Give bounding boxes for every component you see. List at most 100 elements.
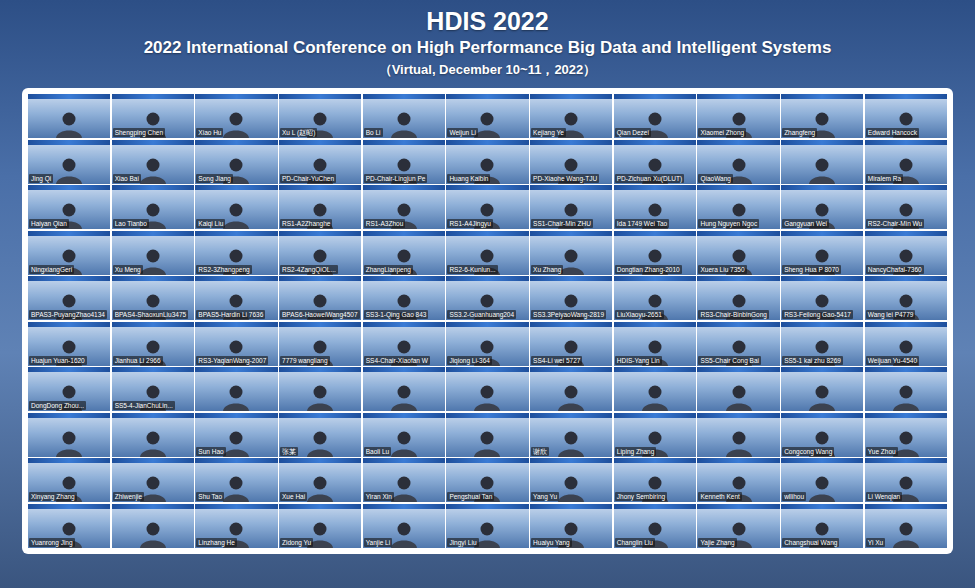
video-tile[interactable]: QiaoWang — [697, 140, 779, 184]
video-tile[interactable]: BPAS3-PuyangZhao4134 — [28, 276, 110, 320]
video-tile[interactable]: Lao Tianbo — [112, 185, 194, 229]
video-tile[interactable] — [279, 367, 361, 411]
video-tile[interactable]: RS3-Chair-BinbinGong — [697, 276, 779, 320]
video-tile[interactable]: Xu Zhang — [530, 231, 612, 275]
video-tile[interactable]: SS5-4-JianChuLin... — [112, 367, 194, 411]
video-tile[interactable]: Jing Qi — [28, 140, 110, 184]
video-tile[interactable]: BPAS4-ShaoxunLiu3475 — [112, 276, 194, 320]
video-tile[interactable]: RS2-4ZangQiOL... — [279, 231, 361, 275]
video-tile[interactable]: Xu Meng — [112, 231, 194, 275]
video-tile[interactable]: Zidong Yu — [279, 504, 361, 548]
video-tile[interactable]: BPAS5-Hardin Li 7636 — [195, 276, 277, 320]
video-tile[interactable]: SS5-Chair Cong Bai — [697, 322, 779, 366]
video-tile[interactable]: Miralem Ra — [865, 140, 947, 184]
video-tile[interactable]: Zhangfeng — [781, 94, 863, 138]
video-tile[interactable]: Congcong Wang — [781, 413, 863, 457]
video-tile[interactable]: Kaiqi Liu — [195, 185, 277, 229]
video-tile[interactable]: Sheng Hua P 8070 — [781, 231, 863, 275]
video-tile[interactable]: Kejiang Ye — [530, 94, 612, 138]
video-tile[interactable]: SS1-Chair-Min ZHU — [530, 185, 612, 229]
video-tile[interactable]: SS5-1 kai zhu 8269 — [781, 322, 863, 366]
video-tile[interactable] — [28, 94, 110, 138]
video-tile[interactable]: Yang Yu — [530, 458, 612, 502]
video-tile[interactable]: Li Wenqian — [865, 458, 947, 502]
video-tile[interactable]: Hung Nguyen Ngoc — [697, 185, 779, 229]
video-tile[interactable]: Yajie Zhang — [697, 504, 779, 548]
video-tile[interactable] — [781, 367, 863, 411]
video-tile[interactable]: BPAS6-HaoweiWang4507 — [279, 276, 361, 320]
video-tile[interactable]: Pengshuai Tan — [446, 458, 528, 502]
video-tile[interactable]: Jiqiong Li-364 — [446, 322, 528, 366]
video-tile[interactable]: 7779 wangliang — [279, 322, 361, 366]
video-tile[interactable]: Song Jiang — [195, 140, 277, 184]
video-tile[interactable]: NingxiangGeri — [28, 231, 110, 275]
video-tile[interactable]: Weijun Li — [446, 94, 528, 138]
video-tile[interactable]: RS1-A4Jingyu — [446, 185, 528, 229]
video-tile[interactable]: Xuera Liu 7350 — [697, 231, 779, 275]
video-tile[interactable]: Yuanrong Jing — [28, 504, 110, 548]
video-tile[interactable]: PD-Xiaohe Wang-TJU — [530, 140, 612, 184]
video-tile[interactable]: Weijuan Yu-4540 — [865, 322, 947, 366]
video-tile[interactable]: Dongtian Zhang-2010 — [614, 231, 696, 275]
video-tile[interactable]: RS2-Chair-Min Wu — [865, 185, 947, 229]
video-tile[interactable]: Shu Tao — [195, 458, 277, 502]
video-tile[interactable]: SS4-Li wei 5727 — [530, 322, 612, 366]
video-tile[interactable]: HDIS-Yang Lin — [614, 322, 696, 366]
video-tile[interactable]: Yanjie Li — [363, 504, 445, 548]
video-tile[interactable]: RS1-A3Zhou — [363, 185, 445, 229]
video-tile[interactable]: Qian Dezei — [614, 94, 696, 138]
video-tile[interactable]: NancyChafal-7360 — [865, 231, 947, 275]
video-tile[interactable]: Xu L (赵昭) — [279, 94, 361, 138]
video-tile[interactable] — [697, 413, 779, 457]
video-tile[interactable] — [195, 367, 277, 411]
video-tile[interactable]: Xiaomei Zhong — [697, 94, 779, 138]
video-tile[interactable]: Linzhang He — [195, 504, 277, 548]
video-tile[interactable]: RS2-3Zhangpeng — [195, 231, 277, 275]
video-tile[interactable] — [112, 504, 194, 548]
video-tile[interactable]: RS2-6-Kunlun... — [446, 231, 528, 275]
video-tile[interactable]: Wang lei P4779 — [865, 276, 947, 320]
video-tile[interactable] — [530, 367, 612, 411]
video-tile[interactable]: Huaiyu Yang — [530, 504, 612, 548]
video-tile[interactable]: Jingyi Liu — [446, 504, 528, 548]
video-tile[interactable]: Huajun Yuan-1620 — [28, 322, 110, 366]
video-tile[interactable]: Bo Li — [363, 94, 445, 138]
video-tile[interactable]: PD-Chair-Lingjun Pe — [363, 140, 445, 184]
video-tile[interactable]: PD-Zichuan Xu(DLUT) — [614, 140, 696, 184]
video-tile[interactable]: RS1-A2Zhanghe — [279, 185, 361, 229]
video-tile[interactable]: Ida 1749 Wei Tao — [614, 185, 696, 229]
video-tile[interactable]: Changlin Liu — [614, 504, 696, 548]
video-tile[interactable]: 谢欣 — [530, 413, 612, 457]
video-tile[interactable]: Xue Hai — [279, 458, 361, 502]
video-tile[interactable] — [28, 413, 110, 457]
video-tile[interactable]: Edward Hancock — [865, 94, 947, 138]
video-tile[interactable]: Baoli Lu — [363, 413, 445, 457]
video-tile[interactable]: Changshuai Wang — [781, 504, 863, 548]
video-tile[interactable]: SS4-Chair-Xiaofan W — [363, 322, 445, 366]
video-tile[interactable]: wllihou — [781, 458, 863, 502]
video-tile[interactable]: Jianhua Li 2966 — [112, 322, 194, 366]
video-tile[interactable]: Xiao Bai — [112, 140, 194, 184]
video-tile[interactable]: Gangyuan Wei — [781, 185, 863, 229]
video-tile[interactable] — [697, 367, 779, 411]
video-tile[interactable]: Yi Xu — [865, 504, 947, 548]
video-tile[interactable]: RS3-YaqianWang-2007 — [195, 322, 277, 366]
video-tile[interactable]: PD-Chair-YuChen — [279, 140, 361, 184]
video-tile[interactable]: SS3.3PeiyaoWang-2819 — [530, 276, 612, 320]
video-tile[interactable]: Liping Zhang — [614, 413, 696, 457]
video-tile[interactable]: ZhangLianpeng — [363, 231, 445, 275]
video-tile[interactable] — [363, 367, 445, 411]
video-tile[interactable] — [446, 413, 528, 457]
video-tile[interactable]: 张某 — [279, 413, 361, 457]
video-tile[interactable]: SS3-1-Qing Gao 843 — [363, 276, 445, 320]
video-tile[interactable]: Yiran Xin — [363, 458, 445, 502]
video-tile[interactable]: Jhony Sembiring — [614, 458, 696, 502]
video-tile[interactable] — [865, 367, 947, 411]
video-tile[interactable]: Xiao Hu — [195, 94, 277, 138]
video-tile[interactable] — [614, 367, 696, 411]
video-tile[interactable]: Yue Zhou — [865, 413, 947, 457]
video-tile[interactable]: Huang Kaibin — [446, 140, 528, 184]
video-tile[interactable]: SS3.2-Guanhuang204 — [446, 276, 528, 320]
video-tile[interactable]: Kenneth Kent — [697, 458, 779, 502]
video-tile[interactable] — [781, 140, 863, 184]
